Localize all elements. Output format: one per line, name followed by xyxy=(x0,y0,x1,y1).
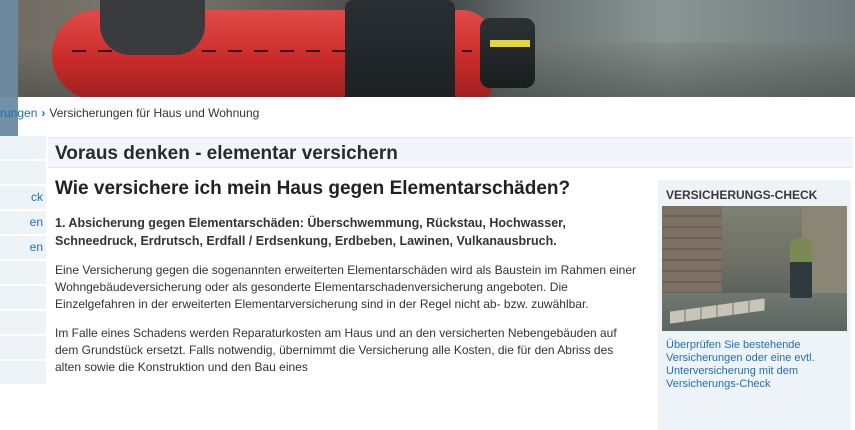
body-paragraph-2: Im Falle eines Schadens werden Reparatur… xyxy=(55,326,617,374)
reflective-band xyxy=(490,40,530,47)
hero-image xyxy=(0,0,855,97)
sidebar-item[interactable]: en xyxy=(0,236,46,261)
sidebar-item[interactable] xyxy=(0,261,46,286)
sidebar-item[interactable] xyxy=(0,161,46,186)
main-content: Wie versichere ich mein Haus gegen Eleme… xyxy=(55,177,640,376)
breadcrumb: rungen › Versicherungen für Haus und Wohnu… xyxy=(0,106,259,124)
child-figure xyxy=(100,0,205,55)
breadcrumb-separator: › xyxy=(41,106,46,120)
sidebar-nav: ck en en xyxy=(0,136,46,386)
check-link[interactable]: Überprüfen Sie bestehende Versicherungen… xyxy=(658,331,851,391)
sidebar-item[interactable] xyxy=(0,286,46,311)
firefighter-arm xyxy=(480,18,535,88)
sidebar-item[interactable] xyxy=(0,136,46,161)
versicherungs-check-box[interactable]: Versicherungs-Check Überprüfen Sie beste… xyxy=(658,180,851,430)
body-paragraph-1: Eine Versicherung gegen die sogenannten … xyxy=(55,263,637,311)
sidebar-item-label: en xyxy=(29,215,43,229)
man-figure xyxy=(790,238,812,298)
sidebar-item[interactable]: ck xyxy=(0,186,46,211)
section-heading: Wie versichere ich mein Haus gegen Eleme… xyxy=(55,178,571,199)
sidebar-item[interactable] xyxy=(0,336,46,361)
sidebar-item[interactable] xyxy=(0,361,46,386)
flooded-street-photo[interactable] xyxy=(662,206,847,331)
breadcrumb-current: Versicherungen für Haus und Wohnung xyxy=(49,106,260,120)
sidebar-item-label: ck xyxy=(31,190,43,204)
lead-paragraph: 1. Absicherung gegen Elementarschäden: Ü… xyxy=(55,216,566,248)
box-title: Versicherungs-Check xyxy=(666,188,818,202)
sidebar-item[interactable] xyxy=(0,311,46,336)
breadcrumb-link-versicherungen[interactable]: rungen xyxy=(0,106,37,120)
sidebar-item[interactable]: en xyxy=(0,211,46,236)
sidebar-item-label: en xyxy=(29,240,43,254)
page-title: Voraus denken - elementar versichern xyxy=(48,137,853,168)
firefighter-figure xyxy=(345,0,455,97)
page: rungen › Versicherungen für Haus und Wohnu… xyxy=(0,0,855,430)
